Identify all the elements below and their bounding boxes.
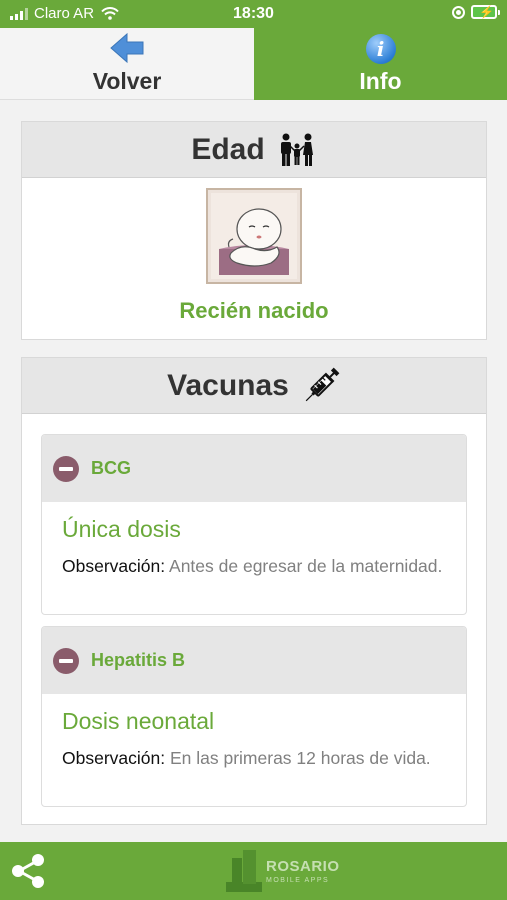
minus-circle-icon[interactable] [53,647,79,674]
observation-label: Observación: [62,556,166,576]
orientation-lock-icon [452,5,465,19]
brand-logo: ROSARIO MOBILE APPS [226,848,340,894]
info-label: Info [359,67,402,94]
battery-icon: ⚡ [471,5,500,19]
observation-label: Observación: [62,748,166,768]
vaccine-dose: Dosis neonatal [62,708,215,734]
vacunas-title: Vacunas [167,368,289,402]
vaccine-header[interactable]: BCG [42,435,466,502]
vaccine-body: Única dosis Observación: Antes de egresa… [42,502,466,579]
share-icon[interactable] [10,853,46,889]
observation-text: En las primeras 12 horas de vida. [169,748,431,768]
age-label: Recién nacido [179,298,329,323]
observation-text: Antes de egresar de la maternidad. [169,556,443,576]
minus-circle-icon[interactable] [53,455,79,482]
brand-name: ROSARIO [266,857,340,875]
nav-bar: Volver i Info [0,28,507,100]
vaccine-name: Hepatitis B [91,650,186,670]
monument-icon [226,850,262,892]
vacunas-header: Vacunas [22,358,486,414]
vaccine-observation: Observación: Antes de egresar de la mate… [62,554,446,579]
status-right: ⚡ [452,5,500,19]
vaccine-header[interactable]: Hepatitis B [42,627,466,694]
vaccine-observation: Observación: En las primeras 12 horas de… [62,746,446,771]
edad-header: Edad [22,122,486,178]
vaccine-dose: Única dosis [62,516,181,542]
brand-sub: MOBILE APPS [266,876,330,884]
status-bar: Claro AR 18:30 ⚡ [0,0,507,28]
status-time: 18:30 [233,5,274,22]
edad-body: Recién nacido [22,178,486,324]
newborn-illustration [211,193,297,279]
info-icon: i [365,33,396,64]
vaccine-item-bcg: BCG Única dosis Observación: Antes de eg… [41,434,467,615]
edad-title: Edad [191,132,265,166]
vaccine-body: Dosis neonatal Observación: En las prime… [42,694,466,771]
baby-image [206,188,302,284]
vacunas-card: Vacunas BCG Única dosis Observación: Ant… [21,357,487,825]
family-icon [280,133,313,166]
brand-text: ROSARIO MOBILE APPS [266,859,340,884]
left-arrow-icon [110,32,144,64]
edad-card: Edad Recién nacido [21,121,487,340]
bottom-bar: ROSARIO MOBILE APPS [0,842,507,900]
back-label: Volver [92,68,162,94]
info-button[interactable]: i Info [254,28,507,100]
vaccine-item-hepatitis-b: Hepatitis B Dosis neonatal Observación: … [41,626,467,807]
vaccine-name: BCG [91,458,131,478]
back-button[interactable]: Volver [0,28,254,100]
syringe-icon [305,367,340,401]
